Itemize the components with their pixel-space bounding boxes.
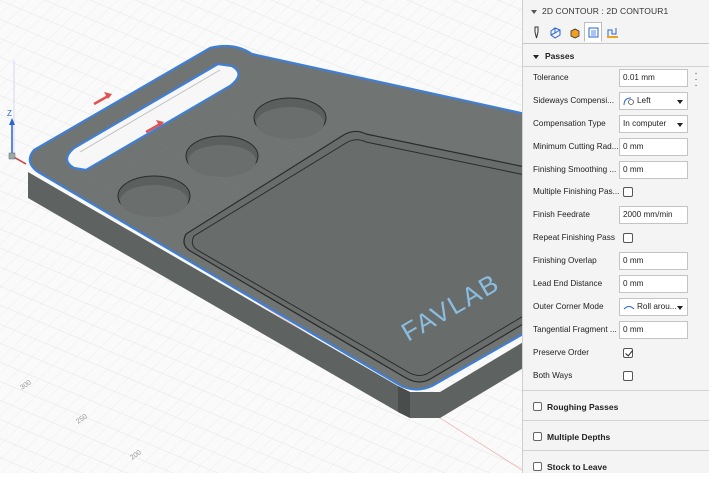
section-multiple-depths[interactable]: Multiple Depths [523, 426, 709, 448]
stock-to-leave-checkbox[interactable] [533, 462, 542, 472]
tool-icon [534, 26, 538, 38]
both-ways-checkbox[interactable] [623, 371, 633, 381]
row-both-ways: Both Ways [523, 366, 709, 386]
compensation-left-icon [623, 97, 634, 105]
row-tolerance: Tolerance 0.01 mm · · · [523, 68, 709, 91]
finishing-smoothing-input[interactable]: 0 mm [619, 161, 688, 179]
roll-around-icon [623, 305, 635, 310]
caret-down-icon [533, 54, 539, 59]
dropdown-arrow-icon [677, 100, 683, 104]
row-multiple-finishing: Multiple Finishing Pas... [523, 182, 709, 202]
compensation-type-select[interactable]: In computer [619, 115, 688, 133]
linking-icon [606, 27, 618, 38]
field-label: Tolerance [533, 73, 569, 82]
tab-heights[interactable] [565, 22, 583, 42]
dropdown-arrow-icon [677, 306, 683, 310]
z-axis-label: Z [7, 109, 12, 118]
field-label: Repeat Finishing Pass [533, 233, 615, 242]
field-label: Both Ways [533, 371, 573, 380]
tangential-fragment-input[interactable]: 0 mm [619, 321, 688, 339]
tolerance-input[interactable]: 0.01 mm [619, 69, 688, 87]
field-label: Lead End Distance [533, 279, 603, 288]
field-label: Multiple Finishing Pas... [533, 187, 619, 196]
row-repeat-finishing: Repeat Finishing Pass [523, 228, 709, 248]
section-stock-to-leave[interactable]: Stock to Leave [523, 456, 709, 478]
field-label: Sideways Compensi... [533, 96, 614, 105]
dropdown-arrow-icon [677, 123, 683, 127]
field-label: Preserve Order [533, 348, 589, 357]
panel-tabs [527, 22, 621, 44]
row-outer-corner-mode: Outer Corner Mode Roll arou... [523, 297, 709, 317]
min-cutting-radius-input[interactable]: 0 mm [619, 138, 688, 156]
sideways-compensation-select[interactable]: Left [619, 92, 688, 110]
section-roughing-passes[interactable]: Roughing Passes [523, 396, 709, 418]
heights-icon [570, 28, 579, 38]
row-lead-end-distance: Lead End Distance 0 mm [523, 274, 709, 294]
passes-icon [588, 27, 598, 37]
model-viewport[interactable]: 300 250 200 FAVLAB Z [0, 0, 522, 473]
row-finish-feedrate: Finish Feedrate 2000 mm/min [523, 205, 709, 225]
repeat-finishing-checkbox[interactable] [623, 233, 633, 243]
preserve-order-checkbox[interactable] [623, 348, 633, 358]
operation-panel: 2D CONTOUR : 2D CONTOUR1 Passes Toleranc… [522, 0, 709, 473]
field-label: Compensation Type [533, 119, 606, 128]
more-options-icon[interactable]: · · · [691, 69, 701, 91]
row-finishing-smoothing: Finishing Smoothing ... 0 mm [523, 160, 709, 180]
field-label: Finish Feedrate [533, 210, 590, 219]
tab-linking[interactable] [603, 22, 621, 42]
row-preserve-order: Preserve Order [523, 343, 709, 363]
collapse-icon[interactable] [531, 9, 537, 14]
field-label: Minimum Cutting Rad... [533, 142, 619, 151]
tab-geometry[interactable] [546, 22, 564, 42]
row-sideways-compensation: Sideways Compensi... Left [523, 91, 709, 111]
row-min-cutting-radius: Minimum Cutting Rad... 0 mm [523, 137, 709, 157]
finishing-overlap-input[interactable]: 0 mm [619, 252, 688, 270]
field-label: Finishing Smoothing ... [533, 165, 617, 174]
lead-end-distance-input[interactable]: 0 mm [619, 275, 688, 293]
geometry-icon [550, 26, 560, 39]
row-compensation-type: Compensation Type In computer [523, 114, 709, 134]
field-label: Outer Corner Mode [533, 302, 604, 311]
outer-corner-mode-select[interactable]: Roll arou... [619, 298, 688, 316]
multiple-depths-checkbox[interactable] [533, 432, 542, 442]
field-label: Tangential Fragment ... [533, 325, 617, 334]
row-tangential-fragment: Tangential Fragment ... 0 mm [523, 320, 709, 340]
finish-feedrate-input[interactable]: 2000 mm/min [619, 206, 688, 224]
field-label: Finishing Overlap [533, 256, 597, 265]
tab-passes[interactable] [584, 22, 602, 42]
section-passes[interactable]: Passes [523, 45, 709, 67]
row-finishing-overlap: Finishing Overlap 0 mm [523, 251, 709, 271]
tab-tool[interactable] [527, 22, 545, 42]
multiple-finishing-checkbox[interactable] [623, 187, 633, 197]
panel-title[interactable]: 2D CONTOUR : 2D CONTOUR1 [531, 3, 668, 19]
roughing-passes-checkbox[interactable] [533, 402, 542, 412]
viewport-canvas[interactable]: 300 250 200 FAVLAB Z [0, 0, 522, 473]
